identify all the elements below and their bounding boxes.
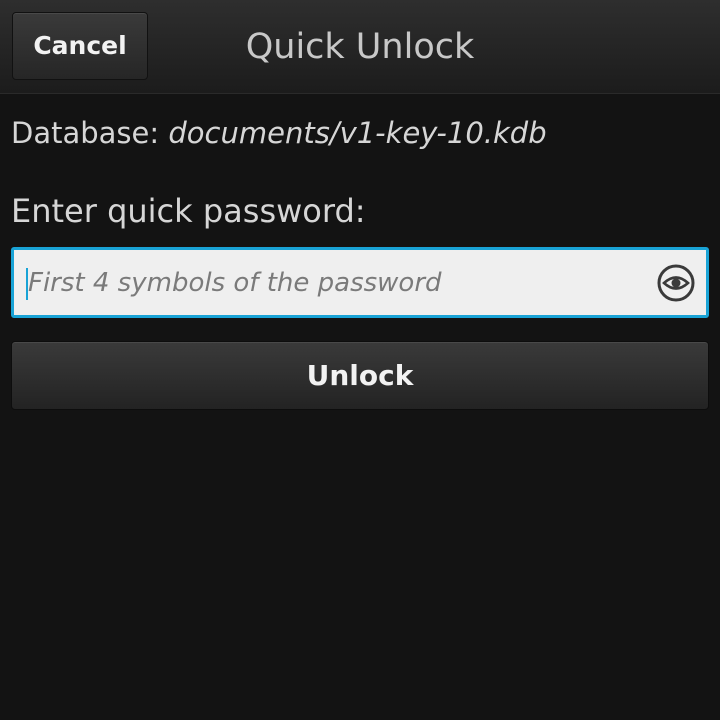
database-path: documents/v1-key-10.kdb (168, 116, 547, 150)
database-label: Database: (11, 116, 160, 150)
cancel-button[interactable]: Cancel (12, 12, 148, 80)
password-label: Enter quick password: (11, 192, 366, 230)
password-input[interactable] (28, 250, 648, 315)
page-title: Quick Unlock (245, 27, 475, 67)
password-field[interactable] (11, 247, 709, 318)
database-line: Database: documents/v1-key-10.kdb (11, 116, 547, 150)
unlock-button[interactable]: Unlock (11, 341, 709, 410)
title-bar: Cancel Quick Unlock (0, 0, 720, 94)
eye-icon[interactable] (657, 264, 695, 302)
